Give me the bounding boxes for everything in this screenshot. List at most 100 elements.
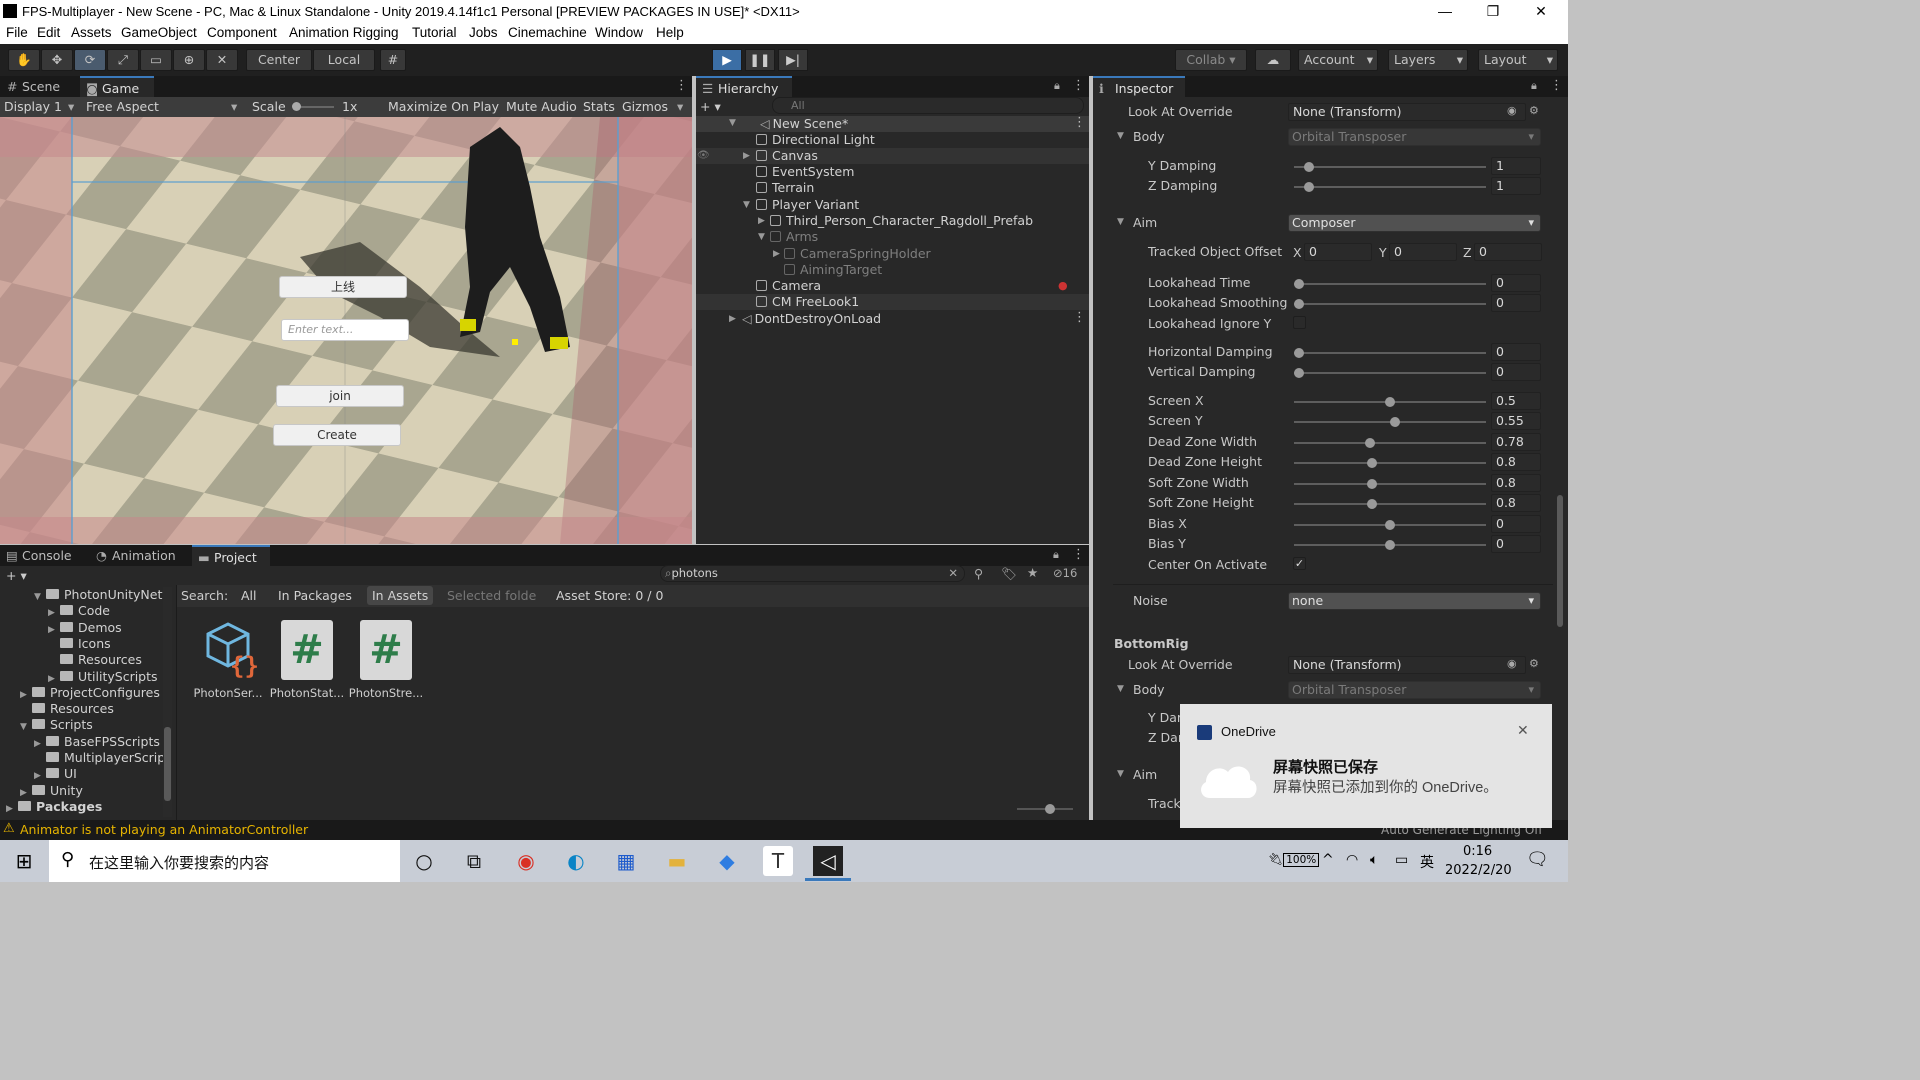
menu-edit[interactable]: Edit bbox=[37, 25, 60, 40]
scale-slider[interactable] bbox=[292, 102, 334, 111]
clock-time[interactable]: 0:16 bbox=[1463, 844, 1492, 859]
lock-icon[interactable]: 🔒︎ bbox=[1054, 79, 1060, 93]
inspector-row-value[interactable]: 0.55 bbox=[1491, 412, 1541, 430]
tab-hierarchy[interactable]: ☰ Hierarchy bbox=[696, 76, 792, 97]
slider-knob[interactable] bbox=[1385, 397, 1395, 407]
task-view-icon[interactable]: ⧉ bbox=[459, 846, 489, 876]
gizmos-toggle[interactable]: Gizmos bbox=[622, 99, 668, 114]
play-button[interactable]: ▶ bbox=[712, 49, 742, 71]
inspector-row-value[interactable]: 0.8 bbox=[1491, 474, 1541, 492]
inspector-row-value[interactable]: 0 bbox=[1491, 343, 1541, 361]
game-viewport[interactable]: 上线 Enter text... join Create bbox=[0, 117, 692, 544]
menu-help[interactable]: Help bbox=[656, 25, 684, 40]
inspector-row-slider[interactable] bbox=[1294, 438, 1486, 448]
tab-inspector[interactable]: ℹ Inspector bbox=[1093, 76, 1185, 97]
inspector-row-slider[interactable] bbox=[1294, 368, 1486, 378]
inspector-row-slider[interactable] bbox=[1294, 299, 1486, 309]
hierarchy-item[interactable]: AimingTarget bbox=[784, 262, 882, 278]
y-damping-field[interactable]: 1 bbox=[1491, 157, 1541, 175]
tree-scroll-thumb[interactable] bbox=[164, 727, 171, 801]
scope-all-button[interactable]: All bbox=[241, 588, 257, 603]
filter-label-icon[interactable]: 🏷︎ bbox=[1001, 566, 1017, 582]
close-button[interactable]: ✕ bbox=[1518, 0, 1564, 23]
name-input[interactable]: Enter text... bbox=[281, 319, 409, 341]
tray-chevron-icon[interactable]: ^ bbox=[1322, 852, 1334, 868]
tree-item[interactable]: ▶ BaseFPSScripts bbox=[34, 734, 160, 750]
body-foldout-icon[interactable]: ▼ bbox=[1117, 131, 1124, 141]
tab-project[interactable]: ▬ Project bbox=[192, 545, 270, 566]
tree-item[interactable]: ▶ Demos bbox=[48, 620, 122, 636]
create-add-icon[interactable]: + ▾ bbox=[700, 99, 721, 114]
pivot-center-button[interactable]: Center bbox=[246, 49, 312, 71]
transform-tool-icon[interactable]: ⊕ bbox=[173, 49, 205, 71]
tab-scene[interactable]: # Scene bbox=[0, 76, 76, 97]
create-asset-icon[interactable]: + ▾ bbox=[6, 568, 27, 583]
grid-snap-icon[interactable]: # bbox=[380, 49, 406, 71]
expand-icon[interactable]: ▶ bbox=[729, 314, 736, 324]
hierarchy-item[interactable]: Arms bbox=[770, 229, 818, 245]
offset-z-field[interactable]: 0 bbox=[1474, 243, 1542, 261]
hierarchy-item[interactable]: Directional Light bbox=[756, 132, 875, 148]
inspector-row-value[interactable]: 0 bbox=[1491, 535, 1541, 553]
aspect-dropdown[interactable]: Free Aspect bbox=[86, 99, 159, 114]
menu-tutorial[interactable]: Tutorial bbox=[412, 25, 457, 40]
slider-knob[interactable] bbox=[1294, 279, 1304, 289]
cloud-icon[interactable]: ☁ bbox=[1255, 49, 1291, 71]
visibility-icon[interactable]: 👁︎ bbox=[697, 150, 710, 161]
aim-foldout-icon[interactable]: ▼ bbox=[1117, 217, 1124, 227]
scope-assets-button[interactable]: In Assets bbox=[367, 586, 434, 605]
status-warning-text[interactable]: Animator is not playing an AnimatorContr… bbox=[20, 822, 308, 837]
hierarchy-scene-row[interactable]: ◁ New Scene* bbox=[696, 116, 1089, 132]
lock-icon[interactable]: 🔒︎ bbox=[1053, 548, 1059, 562]
battery-icon[interactable]: ▭ bbox=[1395, 852, 1408, 868]
layout-dropdown[interactable]: Layout ▾ bbox=[1478, 49, 1558, 71]
slider-knob[interactable] bbox=[1366, 479, 1377, 489]
menu-cinemachine[interactable]: Cinemachine bbox=[508, 25, 587, 40]
wifi-icon[interactable]: ◠ bbox=[1346, 852, 1358, 868]
file-explorer-icon[interactable]: ▬ bbox=[662, 846, 692, 876]
battery-indicator[interactable]: 🔌︎ 100% bbox=[1268, 852, 1320, 867]
expand-icon[interactable]: ▶ bbox=[773, 249, 780, 259]
menu-component[interactable]: Component bbox=[207, 25, 277, 40]
inspector-row-value[interactable]: 0.8 bbox=[1491, 494, 1541, 512]
asset-item[interactable]: # PhotonStre... bbox=[348, 620, 424, 700]
aim-foldout-icon[interactable]: ▼ bbox=[1117, 769, 1124, 779]
minimize-button[interactable]: — bbox=[1422, 0, 1468, 23]
hierarchy-item[interactable]: Third_Person_Character_Ragdoll_Prefab bbox=[770, 213, 1033, 229]
onedrive-notification[interactable]: OneDrive ✕ 屏幕快照已保存 屏幕快照已添加到你的 OneDrive。 bbox=[1180, 704, 1552, 828]
collab-button[interactable]: Collab ▾ bbox=[1175, 49, 1247, 71]
asset-item[interactable]: {} PhotonSer... bbox=[190, 620, 266, 700]
offset-y-field[interactable]: 0 bbox=[1389, 243, 1457, 261]
settings-gear-icon[interactable]: ⚙ bbox=[1529, 104, 1539, 117]
lock-icon[interactable]: 🔒︎ bbox=[1531, 79, 1537, 93]
tree-item[interactable]: ▶ Unity bbox=[20, 783, 83, 799]
game-menu-icon[interactable] bbox=[675, 78, 688, 94]
inspector-menu-icon[interactable] bbox=[1550, 78, 1563, 94]
notes-app-icon[interactable]: ◆ bbox=[712, 846, 742, 876]
scene-menu-icon[interactable] bbox=[1073, 115, 1086, 131]
maximize-on-play-toggle[interactable]: Maximize On Play bbox=[388, 99, 499, 114]
inspector-scrollbar[interactable] bbox=[1557, 495, 1563, 627]
expand-icon[interactable]: ▼ bbox=[758, 232, 765, 242]
taskbar-search-box[interactable]: ⚲ 在这里输入你要搜索的内容 bbox=[49, 840, 400, 882]
hierarchy-item[interactable]: Camera bbox=[756, 278, 821, 294]
inspector-row-slider[interactable] bbox=[1294, 520, 1486, 530]
slider-knob[interactable] bbox=[1364, 438, 1375, 448]
z-damping-field[interactable]: 1 bbox=[1491, 177, 1541, 195]
stats-toggle[interactable]: Stats bbox=[583, 99, 615, 114]
typora-icon[interactable]: T bbox=[763, 846, 793, 876]
slider-knob[interactable] bbox=[1366, 499, 1377, 509]
rect-tool-icon[interactable]: ▭ bbox=[140, 49, 172, 71]
object-picker-icon[interactable]: ◉ bbox=[1507, 657, 1517, 670]
slider-knob[interactable] bbox=[1366, 458, 1377, 468]
hand-tool-icon[interactable]: ✋ bbox=[8, 49, 40, 71]
restore-button[interactable]: ❐ bbox=[1470, 0, 1516, 23]
display-dropdown[interactable]: Display 1 bbox=[4, 99, 62, 114]
hierarchy-item[interactable]: EventSystem bbox=[756, 164, 854, 180]
create-button[interactable]: Create bbox=[273, 424, 401, 446]
inspector-row-value[interactable]: 0 bbox=[1491, 363, 1541, 381]
dontdestroy-menu-icon[interactable] bbox=[1073, 310, 1086, 326]
unity-taskbar-icon[interactable]: ◁ bbox=[813, 846, 843, 876]
expand-icon[interactable]: ▼ bbox=[20, 719, 32, 735]
tree-item[interactable]: Resources bbox=[20, 701, 114, 717]
